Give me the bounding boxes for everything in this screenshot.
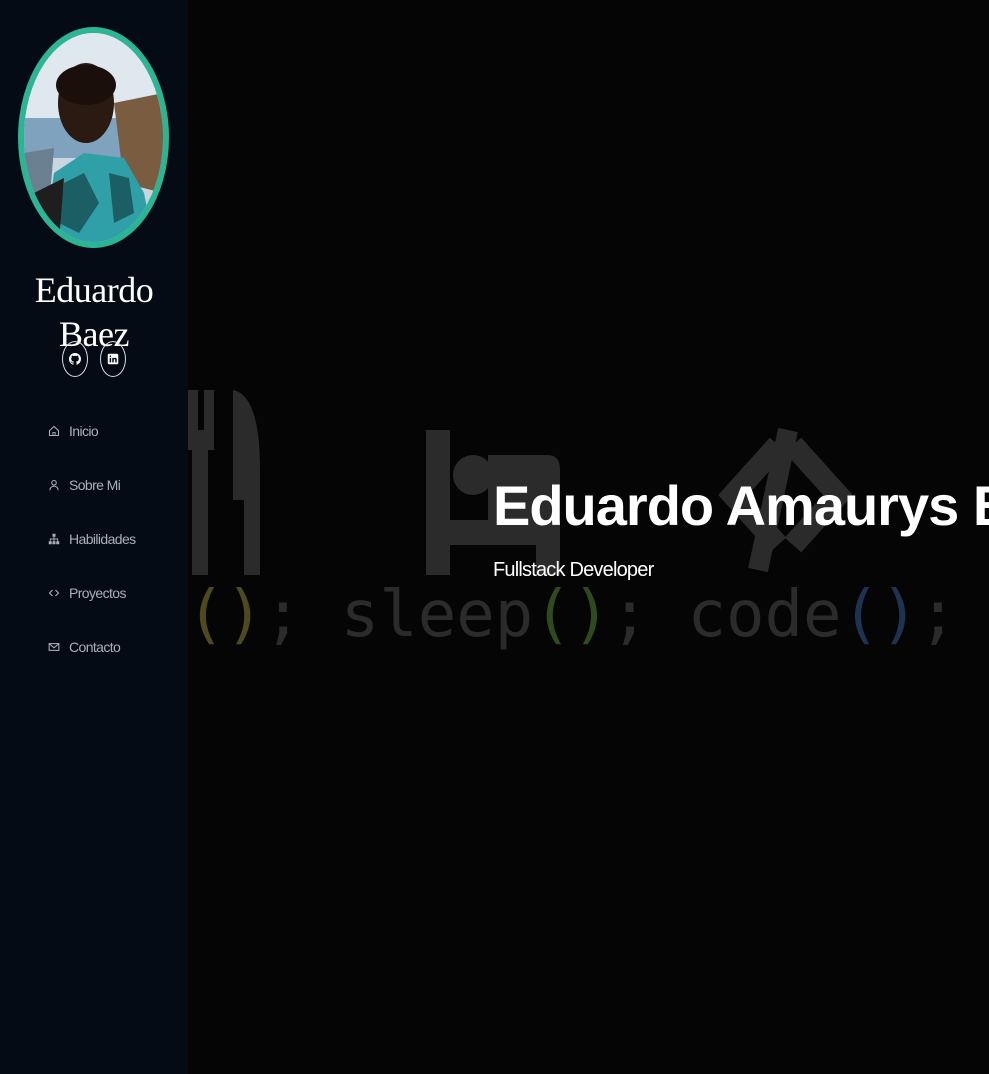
code-icon <box>47 586 61 600</box>
hero-title: Eduardo Amaurys Baez <box>493 474 989 537</box>
nav-item-sobre-mi[interactable]: Sobre Mi <box>0 458 188 512</box>
github-icon <box>69 353 81 365</box>
avatar <box>18 27 169 248</box>
background-code-text: t(); sleep(); code(); re <box>148 578 958 652</box>
nav-label-contacto: Contacto <box>69 639 121 655</box>
github-link[interactable] <box>62 341 88 377</box>
nav-item-proyectos[interactable]: Proyectos <box>0 566 188 620</box>
social-links <box>0 341 188 377</box>
user-icon <box>47 478 61 492</box>
linkedin-link[interactable] <box>100 341 126 377</box>
linkedin-icon <box>107 353 119 365</box>
main-nav: Inicio Sobre Mi Habilidades Proyectos Co… <box>0 404 188 674</box>
nav-label-proyectos: Proyectos <box>69 585 126 601</box>
nav-item-contacto[interactable]: Contacto <box>0 620 188 674</box>
utensils-icon <box>188 390 260 575</box>
hero-section: t(); sleep(); code(); re Eduardo Amaurys… <box>148 0 989 1074</box>
nav-item-habilidades[interactable]: Habilidades <box>0 512 188 566</box>
hero-subtitle: Fullstack Developer <box>493 559 654 581</box>
home-icon <box>47 424 61 438</box>
sitemap-icon <box>47 532 61 546</box>
nav-label-habilidades: Habilidades <box>69 531 136 547</box>
nav-label-sobre-mi: Sobre Mi <box>69 477 121 493</box>
profile-photo-icon <box>24 33 163 242</box>
envelope-icon <box>47 640 61 654</box>
nav-item-inicio[interactable]: Inicio <box>0 404 188 458</box>
page: Eduardo Baez Inicio Sobre Mi Habilidades… <box>0 0 989 1074</box>
sidebar: Eduardo Baez Inicio Sobre Mi Habilidades… <box>0 0 188 1074</box>
nav-label-inicio: Inicio <box>69 423 99 439</box>
